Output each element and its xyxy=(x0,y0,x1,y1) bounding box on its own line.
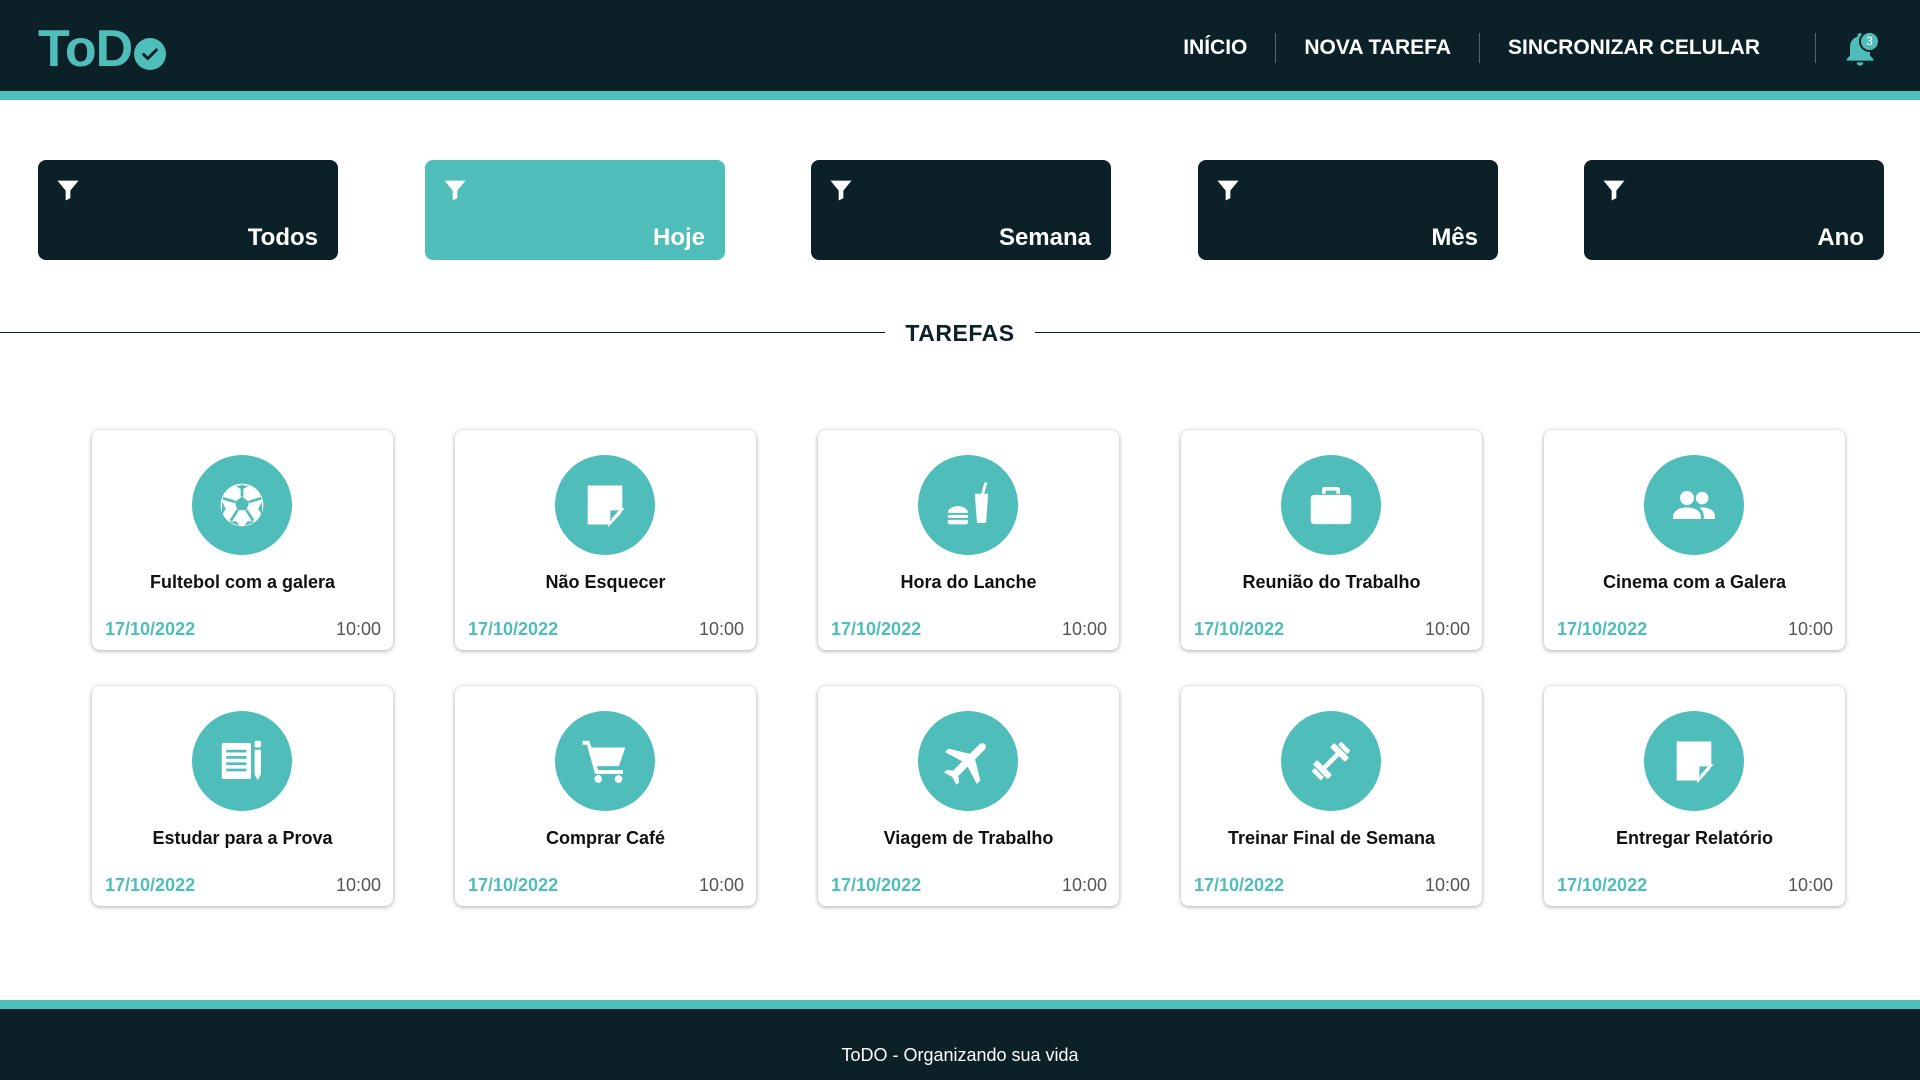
task-title: Fultebol com a galera xyxy=(149,572,336,592)
task-time: 10:00 xyxy=(1787,619,1833,639)
task-card[interactable]: Cinema com a Galera 17/10/2022 10:00 xyxy=(1544,430,1845,650)
filter-icon xyxy=(830,180,852,201)
task-date: 17/10/2022 xyxy=(105,875,196,895)
filter-icon xyxy=(1603,180,1625,201)
task-card[interactable]: Comprar Café 17/10/2022 10:00 xyxy=(455,686,756,906)
task-card[interactable]: Viagem de Trabalho 17/10/2022 10:00 xyxy=(818,686,1119,906)
briefcase-icon xyxy=(1281,455,1381,555)
fastfood-icon xyxy=(918,455,1018,555)
nav-sincronizar-celular[interactable]: SINCRONIZAR CELULAR xyxy=(1480,32,1788,64)
task-time: 10:00 xyxy=(698,875,744,895)
footer-text: ToDO - Organizando sua vida xyxy=(841,1045,1079,1065)
section-title: TAREFAS xyxy=(905,320,1015,346)
filter-label: Ano xyxy=(1817,224,1864,251)
task-title: Estudar para a Prova xyxy=(152,828,333,848)
airplane-icon xyxy=(918,711,1018,811)
task-date: 17/10/2022 xyxy=(831,875,922,895)
task-title: Hora do Lanche xyxy=(900,572,1037,592)
top-nav: INÍCIO NOVA TAREFA SINCRONIZAR CELULAR xyxy=(1155,32,1816,64)
task-time: 10:00 xyxy=(698,619,744,639)
divider-right xyxy=(1035,332,1920,333)
task-date: 17/10/2022 xyxy=(468,875,559,895)
task-time: 10:00 xyxy=(1061,875,1107,895)
task-card[interactable]: Fultebol com a galera 17/10/2022 10:00 xyxy=(92,430,393,650)
filter-label: Semana xyxy=(998,224,1091,251)
filter-ano[interactable]: Ano xyxy=(1584,160,1884,260)
task-title: Reunião do Trabalho xyxy=(1242,572,1421,592)
sticky-note-icon xyxy=(555,455,655,555)
app-footer: ToDO - Organizando sua vida xyxy=(0,1000,1920,1080)
task-card[interactable]: Treinar Final de Semana 17/10/2022 10:00 xyxy=(1181,686,1482,906)
logo-text: ToD xyxy=(38,20,133,78)
task-date: 17/10/2022 xyxy=(1557,875,1648,895)
filter-label: Mês xyxy=(1431,224,1478,251)
filter-semana[interactable]: Semana xyxy=(811,160,1111,260)
filter-icon xyxy=(1217,180,1239,201)
task-card[interactable]: Não Esquecer 17/10/2022 10:00 xyxy=(455,430,756,650)
filter-label: Todos xyxy=(247,224,318,251)
filter-hoje[interactable]: Hoje xyxy=(425,160,725,260)
tasks-section-header: TAREFAS xyxy=(0,314,1920,350)
task-time: 10:00 xyxy=(1424,619,1470,639)
task-time: 10:00 xyxy=(335,875,381,895)
soccer-ball-icon xyxy=(192,455,292,555)
sticky-note-icon xyxy=(1644,711,1744,811)
task-date: 17/10/2022 xyxy=(1194,875,1285,895)
task-card[interactable]: Hora do Lanche 17/10/2022 10:00 xyxy=(818,430,1119,650)
task-title: Não Esquecer xyxy=(545,572,666,592)
dumbbell-icon xyxy=(1281,711,1381,811)
check-circle-icon xyxy=(134,38,167,70)
logo[interactable]: ToD xyxy=(38,18,167,80)
notification-count-badge: 3 xyxy=(1859,31,1880,52)
task-date: 17/10/2022 xyxy=(105,619,196,639)
task-time: 10:00 xyxy=(1787,875,1833,895)
task-title: Cinema com a Galera xyxy=(1602,572,1787,592)
task-time: 10:00 xyxy=(1424,875,1470,895)
filter-label: Hoje xyxy=(652,224,705,251)
task-title: Comprar Café xyxy=(545,828,666,848)
task-date: 17/10/2022 xyxy=(1557,619,1648,639)
nav-nova-tarefa[interactable]: NOVA TAREFA xyxy=(1276,32,1479,64)
task-date: 17/10/2022 xyxy=(831,619,922,639)
filter-bar: Todos Hoje Semana Mês Ano xyxy=(38,160,1884,260)
task-title: Viagem de Trabalho xyxy=(883,828,1054,848)
notifications-button[interactable]: 3 xyxy=(1840,28,1880,70)
task-time: 10:00 xyxy=(1061,619,1107,639)
filter-icon xyxy=(444,180,466,201)
app-header: ToD INÍCIO NOVA TAREFA SINCRONIZAR CELUL… xyxy=(0,0,1920,100)
filter-icon xyxy=(57,180,79,201)
filter-todos[interactable]: Todos xyxy=(38,160,338,260)
filter-mes[interactable]: Mês xyxy=(1198,160,1498,260)
task-date: 17/10/2022 xyxy=(468,619,559,639)
nav-inicio[interactable]: INÍCIO xyxy=(1155,32,1275,64)
task-date: 17/10/2022 xyxy=(1194,619,1285,639)
nav-divider xyxy=(1815,33,1816,63)
task-title: Treinar Final de Semana xyxy=(1227,828,1436,848)
notes-pencil-icon xyxy=(192,711,292,811)
group-icon xyxy=(1644,455,1744,555)
task-card[interactable]: Estudar para a Prova 17/10/2022 10:00 xyxy=(92,686,393,906)
task-title: Entregar Relatório xyxy=(1615,828,1774,848)
task-time: 10:00 xyxy=(335,619,381,639)
task-card[interactable]: Entregar Relatório 17/10/2022 10:00 xyxy=(1544,686,1845,906)
task-card[interactable]: Reunião do Trabalho 17/10/2022 10:00 xyxy=(1181,430,1482,650)
shopping-cart-icon xyxy=(555,711,655,811)
